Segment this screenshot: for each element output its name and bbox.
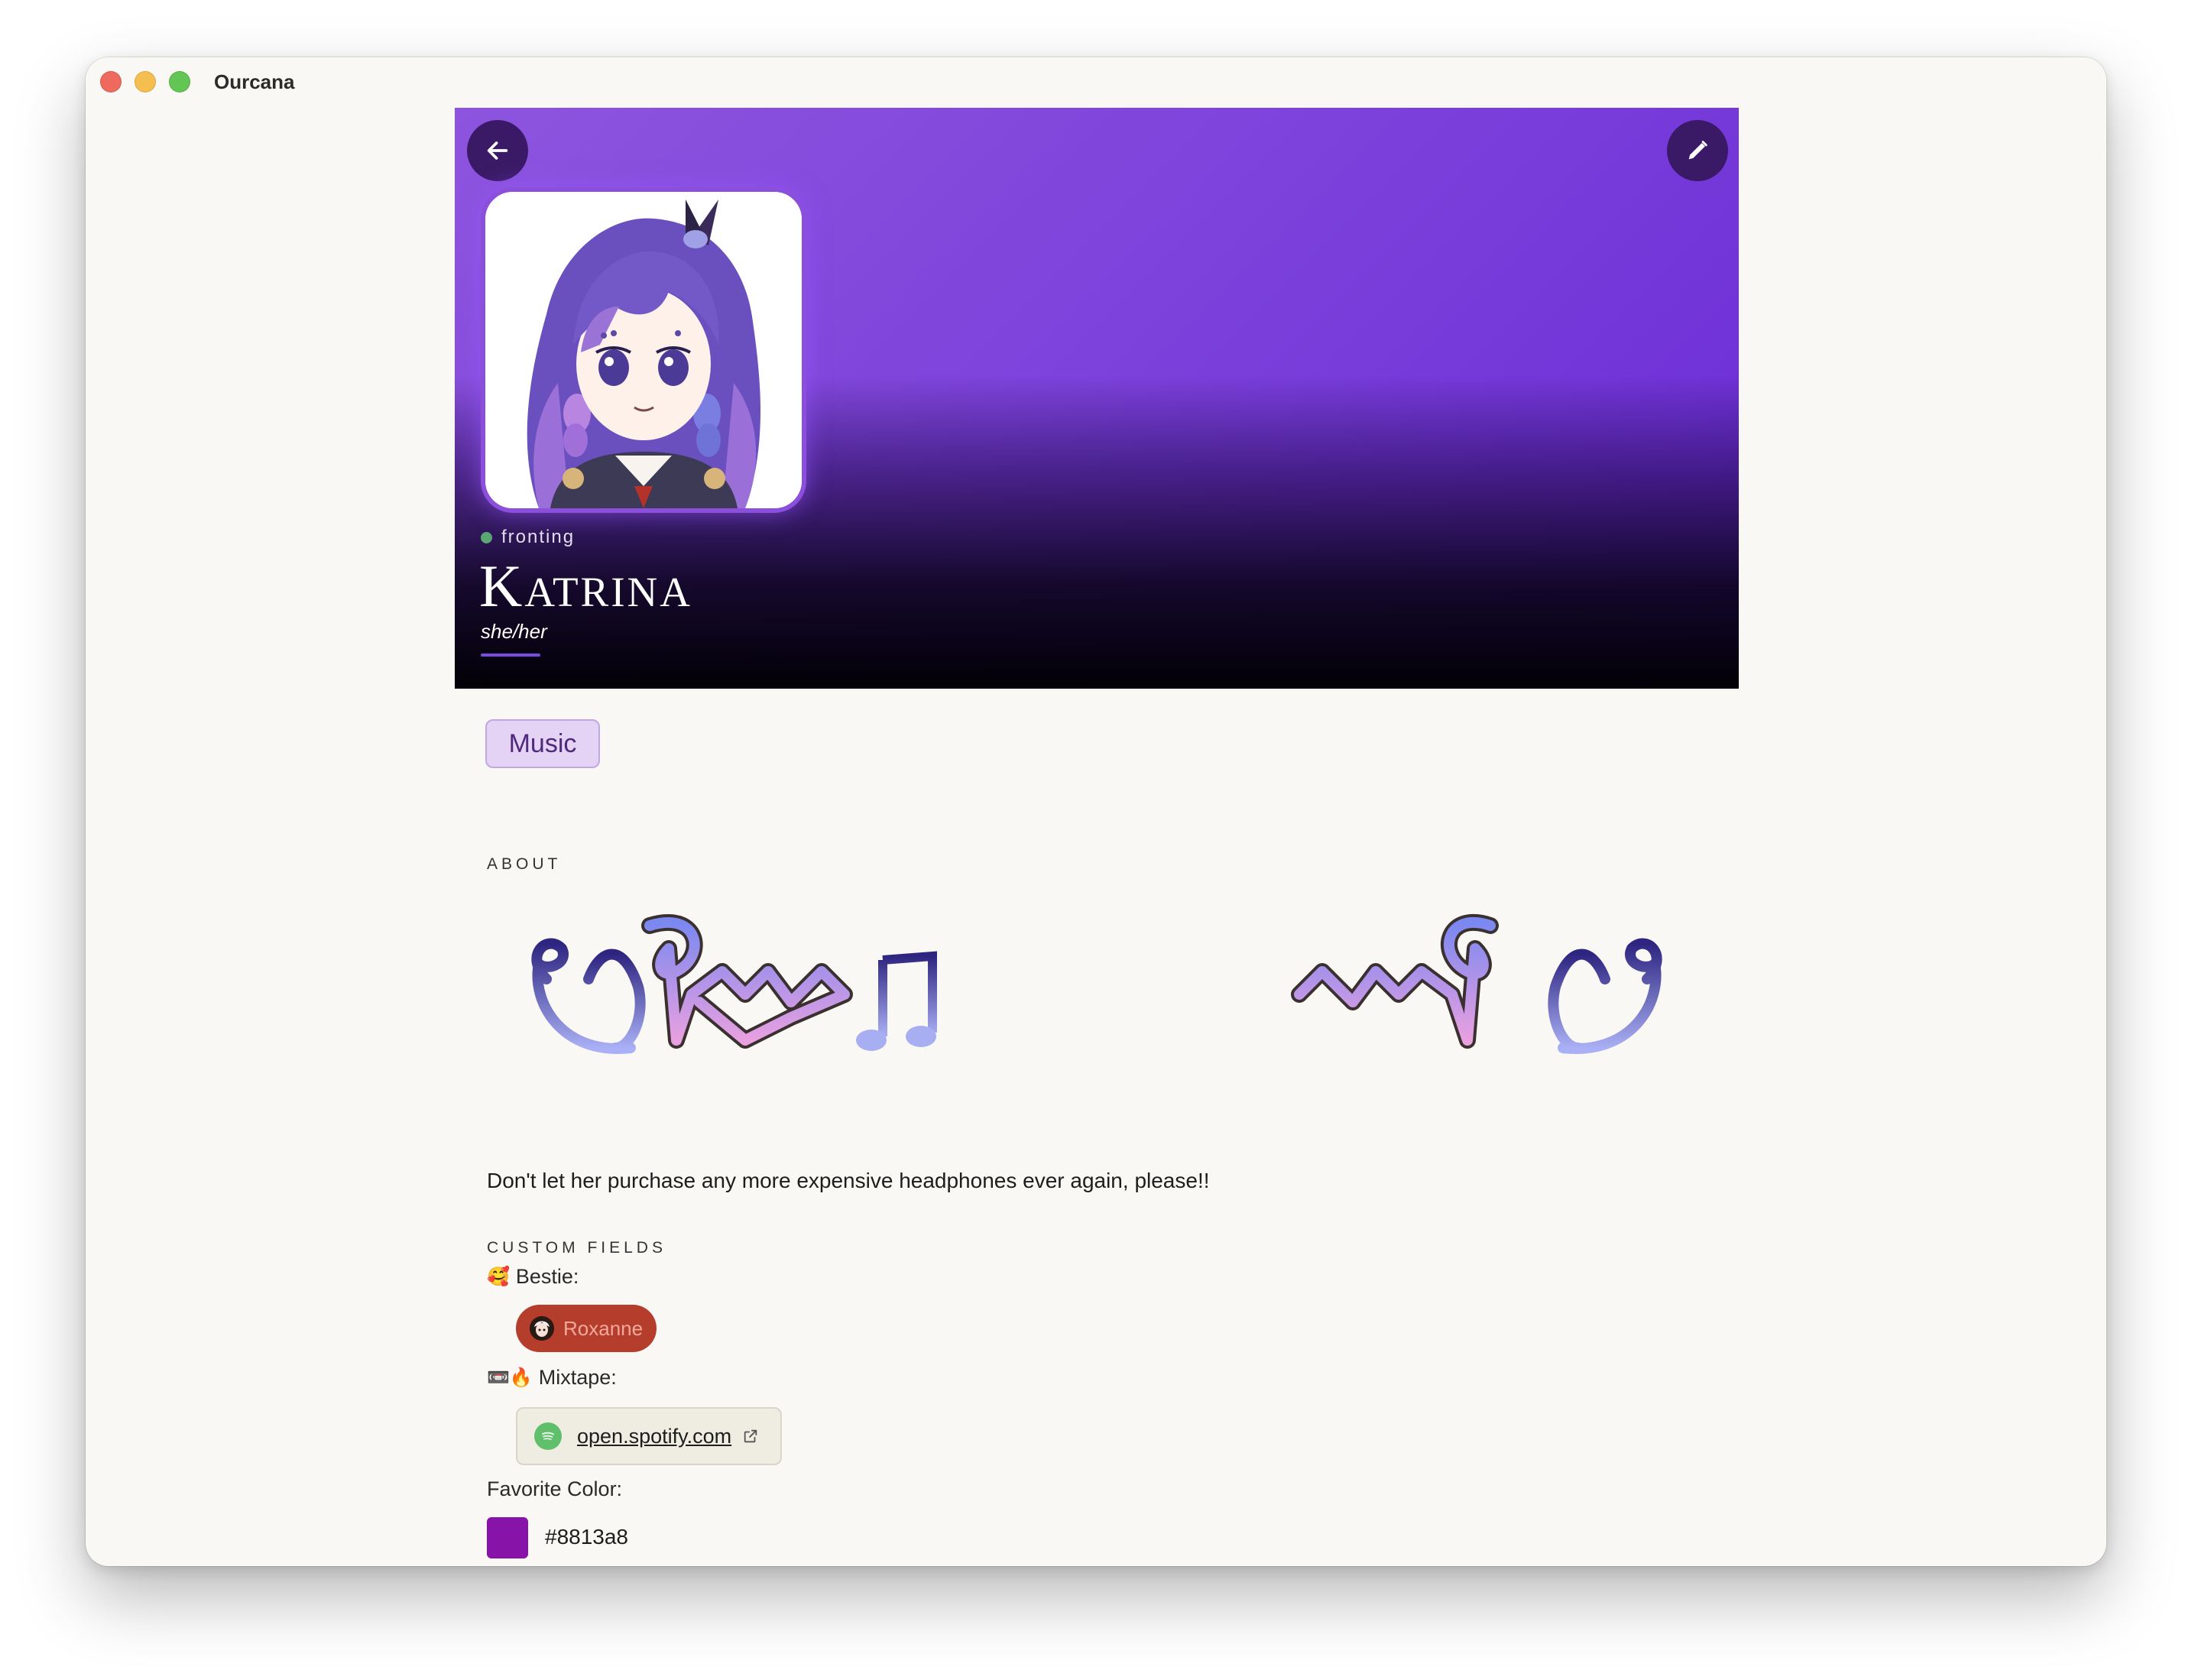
profile-content: fronting Katrina she/her Music ABOUT Don…: [455, 108, 1739, 1560]
profile-header: fronting Katrina she/her: [455, 108, 1739, 689]
pencil-icon: [1688, 141, 1707, 160]
bestie-member-chip[interactable]: Roxanne: [516, 1305, 657, 1352]
close-window-button[interactable]: [100, 71, 122, 92]
bestie-field-label: 🥰 Bestie:: [487, 1265, 579, 1289]
favorite-color-label: Favorite Color:: [487, 1477, 623, 1500]
cassette-fire-icon: 📼🔥: [487, 1367, 533, 1388]
about-text: Don't let her purchase any more expensiv…: [487, 1169, 1210, 1192]
status-dot-icon: [481, 531, 492, 543]
tag-music[interactable]: Music: [485, 719, 600, 768]
maximize-window-button[interactable]: [169, 71, 190, 92]
about-label: ABOUT: [487, 855, 562, 873]
app-window: Ourcana fronting Katrina she/her Music A…: [86, 57, 2106, 1566]
title-bar[interactable]: Ourcana: [86, 57, 2106, 106]
mixtape-link-text[interactable]: open.spotify.com: [577, 1425, 731, 1448]
status-text: fronting: [501, 527, 576, 547]
edit-button[interactable]: [1667, 120, 1728, 181]
fronting-status: fronting: [481, 527, 575, 548]
back-button[interactable]: [467, 120, 528, 181]
arrow-left-icon: [487, 141, 508, 160]
minimize-window-button[interactable]: [135, 71, 156, 92]
favorite-color-swatch: [487, 1517, 528, 1558]
mixtape-label: Mixtape:: [538, 1366, 617, 1389]
favorite-color-value: #8813a8: [545, 1525, 629, 1549]
member-pronouns: she/her: [481, 620, 547, 643]
music-banner-image: [531, 914, 1662, 1054]
bestie-name: Roxanne: [563, 1316, 644, 1340]
roxanne-avatar: [530, 1316, 554, 1341]
mixtape-link[interactable]: open.spotify.com: [516, 1407, 782, 1465]
external-link-icon: [744, 1429, 757, 1443]
member-name: Katrina: [479, 553, 692, 619]
mixtape-field-label: 📼🔥 Mixtape:: [487, 1366, 617, 1390]
avatar: [481, 187, 806, 513]
favorite-color-field-label: Favorite Color:: [487, 1477, 622, 1501]
custom-fields-label: CUSTOM FIELDS: [487, 1239, 666, 1257]
smiling-face-hearts-icon: 🥰: [487, 1266, 510, 1287]
bestie-label: Bestie:: [515, 1265, 579, 1288]
spotify-icon: [534, 1422, 562, 1450]
window-title: Ourcana: [214, 70, 295, 93]
pronouns-underline: [481, 654, 540, 657]
